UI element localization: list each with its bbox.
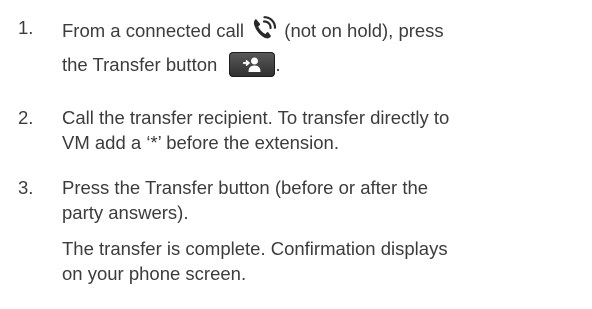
step-line: From a connected call (not on hold), pre… (62, 15, 587, 41)
step-line: the Transfer button . (62, 52, 587, 77)
step-text: Call the transfer recipient. To transfer… (62, 105, 587, 155)
step-number: 2. (18, 107, 34, 128)
step-text: From a connected call (not on hold), pre… (62, 15, 587, 77)
step-followup-line: on your phone screen. (62, 263, 247, 284)
phone-connected-icon (251, 15, 277, 41)
step-followup-line: The transfer is complete. Confirmation d… (62, 238, 448, 259)
step-text-segment: (not on hold), press (279, 20, 444, 41)
transfer-button (229, 52, 276, 77)
step-text: Press the Transfer button (before or aft… (62, 175, 587, 286)
transfer-button-icon (243, 57, 261, 72)
step-line: Press the Transfer button (before or aft… (62, 177, 429, 198)
step-number: 1. (18, 17, 34, 38)
step-line: VM add a ‘*’ before the extension. (62, 132, 339, 153)
step-number: 3. (18, 177, 34, 198)
step-text-segment: the Transfer button (62, 54, 223, 75)
step-line: Call the transfer recipient. To transfer… (62, 107, 450, 128)
step-text-segment: . (275, 54, 281, 75)
step-text-segment: From a connected call (62, 20, 250, 41)
step-line: party answers). (62, 202, 189, 223)
